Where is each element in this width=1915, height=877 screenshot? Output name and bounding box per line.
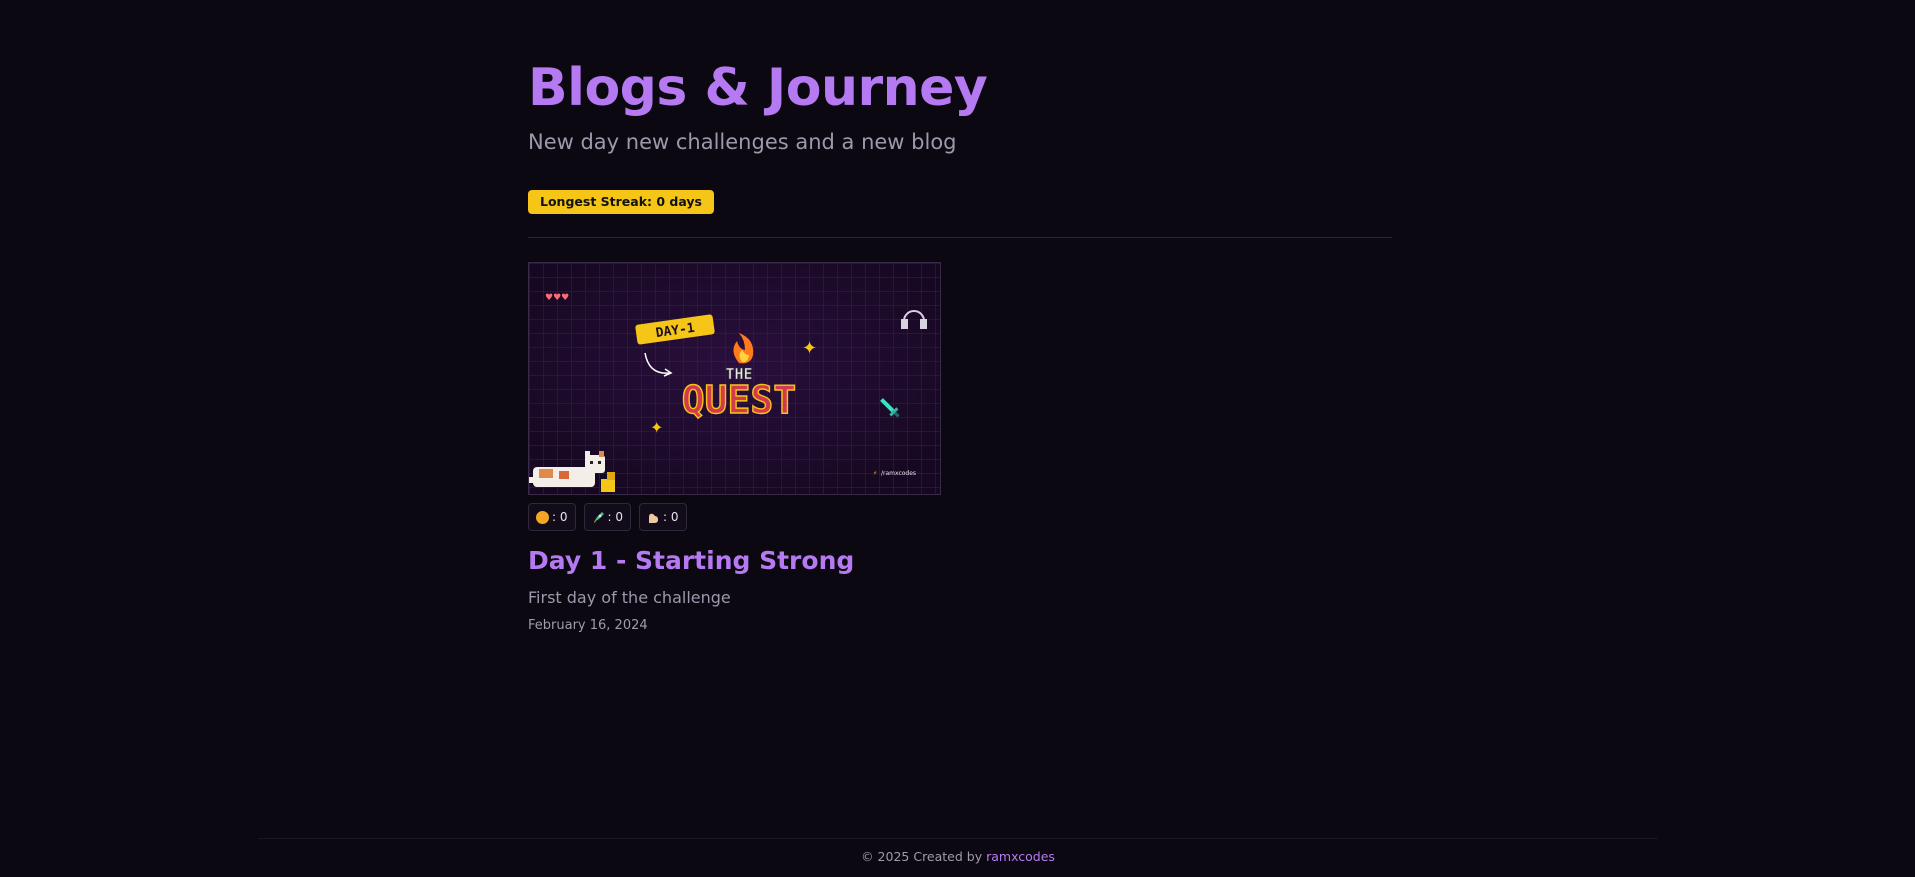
- thinking-face-icon: [536, 510, 549, 524]
- main-content: Blogs & Journey New day new challenges a…: [528, 56, 1392, 635]
- reaction-thinking-button[interactable]: : 0: [528, 503, 576, 531]
- flexed-biceps-icon: [647, 511, 660, 524]
- page-subtitle: New day new challenges and a new blog: [528, 130, 957, 154]
- page: Blogs & Journey New day new challenges a…: [0, 0, 1915, 877]
- blog-card-date: February 16, 2024: [528, 618, 648, 633]
- divider: [528, 237, 1392, 238]
- reaction-count: : 0: [663, 510, 679, 524]
- footer: © 2025 Created by ramxcodes: [258, 838, 1658, 864]
- reaction-biceps-button[interactable]: : 0: [639, 503, 687, 531]
- blog-card: ♥♥♥ DAY-1 ✦ ✦ THE QUEST ⚡ /ramxcodes: 0…: [528, 262, 941, 635]
- reaction-count: : 0: [552, 510, 568, 524]
- reaction-rocket-button[interactable]: : 0: [583, 503, 631, 531]
- sparkle-icon: ✦: [802, 338, 817, 359]
- streak-badge: Longest Streak: 0 days: [528, 190, 714, 214]
- quest-banner-illustration: ♥♥♥ DAY-1 ✦ ✦ THE QUEST ⚡ /ramxcodes: [529, 263, 940, 494]
- blog-card-description: First day of the challenge: [528, 588, 731, 607]
- sparkle-icon: ✦: [650, 418, 663, 437]
- footer-text: © 2025 Created by: [861, 849, 983, 864]
- reactions-bar: : 0 : 0 : 0: [528, 503, 941, 531]
- blog-card-image[interactable]: ♥♥♥ DAY-1 ✦ ✦ THE QUEST ⚡ /ramxcodes: [528, 262, 941, 495]
- lightning-icon: ⚡: [873, 470, 877, 477]
- rocket-icon: [592, 511, 605, 524]
- image-credit: /ramxcodes: [881, 470, 916, 477]
- page-title: Blogs & Journey: [528, 58, 988, 118]
- reaction-count: : 0: [607, 510, 624, 524]
- quest-logo-main: QUEST: [682, 378, 796, 422]
- footer-author-link[interactable]: ramxcodes: [986, 849, 1055, 864]
- blog-card-title[interactable]: Day 1 - Starting Strong: [528, 545, 941, 577]
- hearts-icon: ♥♥♥: [545, 293, 569, 303]
